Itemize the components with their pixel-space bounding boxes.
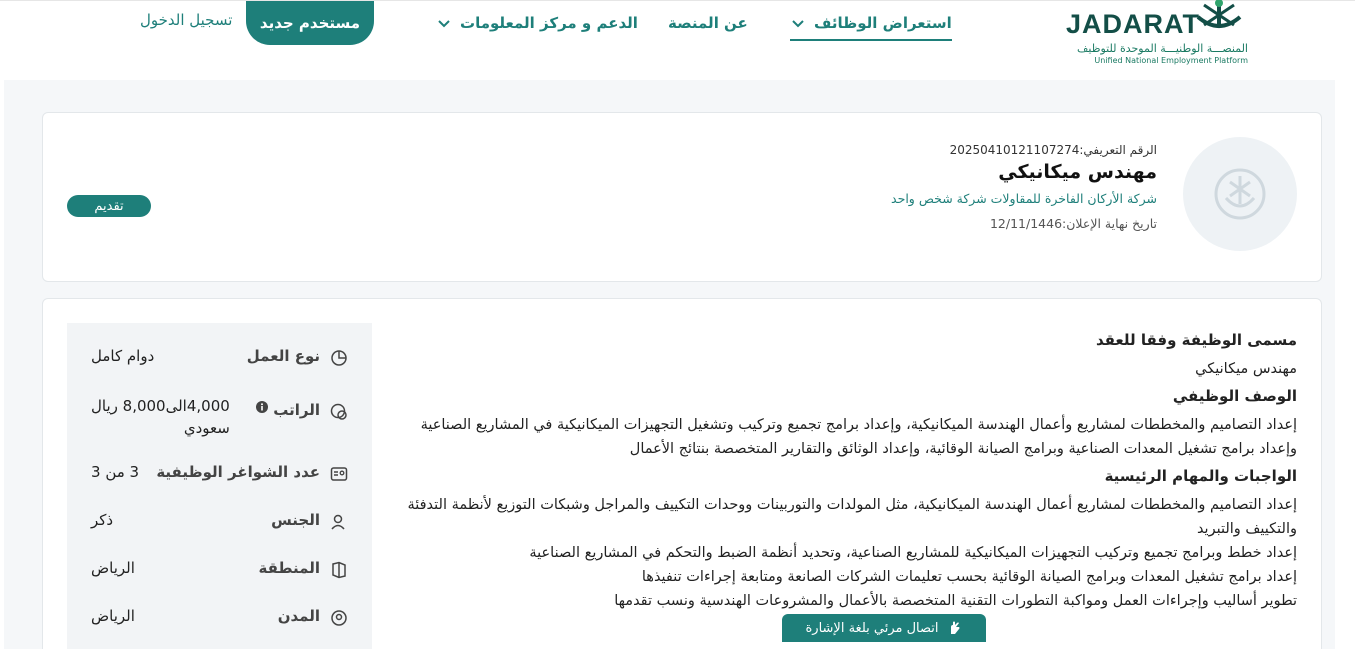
job-deadline: تاريخ نهاية الإعلان:12/11/1446 — [989, 216, 1157, 231]
job-reference: الرقم التعريفي:20250410121107274 — [949, 143, 1157, 157]
job-details-card: نوع العمل دوام كامل الراتب 4,000الى8,000… — [42, 298, 1322, 649]
hand-sign-icon — [950, 621, 960, 634]
chevron-down-icon — [438, 20, 450, 28]
region-label: المنطقة — [258, 559, 320, 577]
work-type-value: دوام كامل — [91, 347, 155, 365]
logo-english-tagline: Unified National Employment Platform — [1094, 56, 1248, 65]
gender-row: الجنس ذكر — [67, 511, 372, 541]
job-desc-text: إعداد التصاميم والمخططات لمشاريع وأعمال … — [420, 417, 1297, 457]
cities-label: المدن — [277, 607, 320, 625]
vacancies-value: 3 من 3 — [91, 463, 140, 481]
region-value: الرياض — [91, 559, 135, 577]
nav-about[interactable]: عن المنصة — [668, 11, 748, 35]
work-type-row: نوع العمل دوام كامل — [67, 347, 372, 377]
pie-chart-icon — [331, 350, 347, 366]
id-card-icon — [330, 467, 348, 481]
duty-item: إعداد برامج تشغيل المعدات وبرامج الصيانة… — [641, 569, 1297, 585]
duty-item: إعداد خطط وبرامج تجميع وتركيب التجهيزات … — [529, 545, 1297, 561]
emblem-icon — [1196, 0, 1242, 28]
salary-value-line2: سعودي — [183, 419, 230, 437]
gender-value: ذكر — [91, 511, 114, 529]
location-pin-icon — [331, 610, 347, 626]
main-content: الرقم التعريفي:20250410121107274 مهندس م… — [4, 80, 1335, 649]
nav-about-label: عن المنصة — [668, 14, 748, 32]
job-attributes-panel: نوع العمل دوام كامل الراتب 4,000الى8,000… — [67, 323, 372, 649]
salary-label: الراتب — [273, 401, 320, 419]
job-summary-card: الرقم التعريفي:20250410121107274 مهندس م… — [42, 112, 1322, 282]
cities-value: الرياض — [91, 607, 135, 625]
new-user-button[interactable]: مستخدم جديد — [246, 1, 374, 45]
company-name[interactable]: شركة الأركان الفاخرة للمقاولات شركة شخص … — [891, 191, 1157, 206]
work-type-label: نوع العمل — [246, 347, 320, 365]
vacancies-label: عدد الشواغر الوظيفية — [156, 463, 320, 481]
duties-heading: الواجبات والمهام الرئيسية — [1104, 467, 1297, 485]
company-placeholder-icon — [1214, 168, 1266, 220]
vacancies-row: عدد الشواغر الوظيفية 3 من 3 — [67, 463, 372, 493]
jadarat-logo[interactable]: JADARAT المنصـــة الوطنيـــة الموحدة للت… — [1060, 0, 1260, 71]
map-icon — [332, 561, 346, 579]
sign-language-call-button[interactable]: اتصال مرئي بلغة الإشارة — [782, 614, 986, 642]
contract-title-heading: مسمى الوظيفة وفقا للعقد — [1095, 331, 1297, 349]
job-description: مسمى الوظيفة وفقا للعقد مهندس ميكانيكي ا… — [387, 331, 1297, 613]
duty-item: تطوير أساليب وإجراءات العمل ومواكبة التط… — [614, 593, 1297, 609]
contract-title-text: مهندس ميكانيكي — [1195, 361, 1297, 377]
info-icon[interactable] — [256, 401, 268, 413]
sign-language-label: اتصال مرئي بلغة الإشارة — [805, 620, 939, 636]
nav-support-label: الدعم و مركز المعلومات — [460, 14, 638, 32]
company-avatar — [1183, 137, 1297, 251]
region-row: المنطقة الرياض — [67, 559, 372, 589]
chevron-down-icon — [792, 20, 804, 28]
logo-arabic-tagline: المنصـــة الوطنيـــة الموحدة للتوظيف — [1077, 42, 1248, 55]
money-icon — [330, 403, 347, 420]
nav-browse-jobs[interactable]: استعراض الوظائف — [790, 11, 952, 41]
cities-row: المدن الرياض — [67, 607, 372, 637]
login-link[interactable]: تسجيل الدخول — [140, 11, 232, 29]
logo-brand-text: JADARAT — [1066, 9, 1200, 39]
nav-support[interactable]: الدعم و مركز المعلومات — [436, 11, 638, 35]
gender-label: الجنس — [271, 511, 320, 529]
duty-item: إعداد التصاميم والمخططات لمشاريع أعمال ا… — [407, 497, 1297, 537]
salary-value: 4,000الى8,000 ريال سعودي — [91, 395, 230, 439]
nav-browse-jobs-label: استعراض الوظائف — [814, 14, 952, 32]
job-desc-heading: الوصف الوظيفي — [1172, 387, 1297, 405]
salary-label-wrap: الراتب — [250, 401, 320, 419]
salary-row: الراتب 4,000الى8,000 ريال سعودي — [67, 395, 372, 445]
top-header: JADARAT المنصـــة الوطنيـــة الموحدة للت… — [0, 0, 1355, 80]
person-icon — [331, 514, 345, 530]
apply-button[interactable]: تقديم — [67, 195, 151, 217]
job-title: مهندس ميكانيكي — [998, 161, 1157, 183]
salary-value-line1: 4,000الى8,000 ريال — [91, 397, 230, 415]
job-info: الرقم التعريفي:20250410121107274 مهندس م… — [891, 143, 1157, 231]
